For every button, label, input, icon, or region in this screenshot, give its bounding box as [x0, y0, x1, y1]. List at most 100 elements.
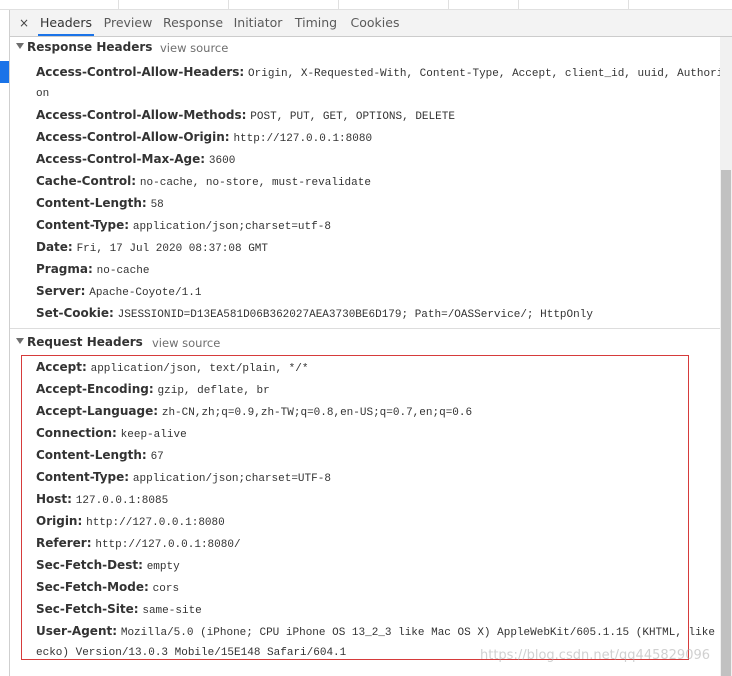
request-headers-section-header[interactable]: Request Headers view source	[10, 333, 720, 353]
close-icon[interactable]: ×	[17, 10, 31, 36]
header-name: Host:	[36, 492, 72, 506]
header-value: Fri, 17 Jul 2020 08:37:08 GMT	[76, 243, 268, 255]
expand-triangle-icon[interactable]	[16, 43, 24, 49]
header-name: Content-Type:	[36, 218, 130, 232]
tab-headers[interactable]: Headers	[38, 10, 94, 36]
request-header-row: Accept-Language: zh-CN,zh;q=0.9,zh-TW;q=…	[36, 400, 720, 424]
response-header-row: Set-Cookie: JSESSIONID=D13EA581D06B36202…	[36, 302, 720, 326]
header-name: Content-Length:	[36, 448, 147, 462]
request-header-row: Connection: keep-alive	[36, 422, 720, 446]
request-header-row: User-Agent: Mozilla/5.0 (iPhone; CPU iPh…	[36, 620, 720, 644]
response-header-row: Content-Length: 58	[36, 192, 720, 216]
header-value: no-cache	[96, 265, 150, 277]
header-name: Origin:	[36, 514, 83, 528]
response-header-row: Pragma: no-cache	[36, 258, 720, 282]
response-headers-title: Response Headers	[27, 40, 153, 54]
vertical-scrollbar[interactable]	[720, 37, 732, 676]
tab-initiator[interactable]: Initiator	[232, 10, 284, 36]
top-strip-divider	[118, 0, 119, 9]
header-value: cors	[152, 583, 180, 595]
header-value: empty	[146, 561, 180, 573]
request-header-row: Accept-Encoding: gzip, deflate, br	[36, 378, 720, 402]
header-name: Referer:	[36, 536, 92, 550]
header-name: Server:	[36, 284, 86, 298]
header-name: Access-Control-Allow-Methods:	[36, 108, 247, 122]
header-value: 67	[150, 451, 164, 463]
header-name: Accept-Language:	[36, 404, 159, 418]
top-strip	[0, 0, 732, 10]
response-header-row: Access-Control-Allow-Origin: http://127.…	[36, 126, 720, 150]
expand-triangle-icon[interactable]	[16, 338, 24, 344]
request-header-row: Sec-Fetch-Mode: cors	[36, 576, 720, 600]
header-value: 3600	[208, 155, 236, 167]
header-value: application/json;charset=utf-8	[132, 221, 331, 233]
header-name: Pragma:	[36, 262, 93, 276]
header-value: no-cache, no-store, must-revalidate	[139, 177, 371, 189]
header-value: same-site	[142, 605, 202, 617]
header-name: Set-Cookie:	[36, 306, 114, 320]
headers-panel: Response Headers view source Access-Cont…	[10, 37, 720, 676]
header-name: Accept-Encoding:	[36, 382, 154, 396]
header-name: Access-Control-Allow-Origin:	[36, 130, 230, 144]
header-value-continuation: on	[36, 88, 50, 100]
tab-timing[interactable]: Timing	[292, 10, 340, 36]
header-value: 58	[150, 199, 164, 211]
header-name: Access-Control-Max-Age:	[36, 152, 206, 166]
header-value: application/json, text/plain, */*	[90, 363, 309, 375]
response-header-row: Content-Type: application/json;charset=u…	[36, 214, 720, 238]
header-value: 127.0.0.1:8085	[75, 495, 169, 507]
header-value: application/json;charset=UTF-8	[132, 473, 331, 485]
header-name: Accept:	[36, 360, 87, 374]
request-header-row: Origin: http://127.0.0.1:8080	[36, 510, 720, 534]
header-name: Content-Type:	[36, 470, 130, 484]
header-value: JSESSIONID=D13EA581D06B362027AEA3730BE6D…	[117, 309, 593, 321]
header-name: Date:	[36, 240, 73, 254]
header-value: http://127.0.0.1:8080	[233, 133, 373, 145]
tab-cookies[interactable]: Cookies	[348, 10, 402, 36]
header-name: Connection:	[36, 426, 117, 440]
request-header-row: Referer: http://127.0.0.1:8080/	[36, 532, 720, 556]
request-header-row: Content-Length: 67	[36, 444, 720, 468]
header-value: Mozilla/5.0 (iPhone; CPU iPhone OS 13_2_…	[120, 627, 720, 639]
header-value: gzip, deflate, br	[157, 385, 270, 397]
header-name: Cache-Control:	[36, 174, 137, 188]
request-header-row: Accept: application/json, text/plain, */…	[36, 356, 720, 380]
response-header-row: Date: Fri, 17 Jul 2020 08:37:08 GMT	[36, 236, 720, 260]
header-name: Sec-Fetch-Mode:	[36, 580, 149, 594]
header-value: Apache-Coyote/1.1	[89, 287, 202, 299]
header-value: http://127.0.0.1:8080	[86, 517, 225, 529]
header-value: http://127.0.0.1:8080/	[95, 539, 241, 551]
response-header-row: Server: Apache-Coyote/1.1	[36, 280, 720, 304]
top-strip-divider	[518, 0, 519, 9]
request-list-pane[interactable]	[0, 10, 10, 676]
header-value: keep-alive	[120, 429, 187, 441]
request-header-row: Content-Type: application/json;charset=U…	[36, 466, 720, 490]
response-header-row: Access-Control-Max-Age: 3600	[36, 148, 720, 172]
header-value-continuation: ecko) Version/13.0.3 Mobile/15E148 Safar…	[36, 647, 347, 659]
response-headers-section-header[interactable]: Response Headers view source	[10, 38, 720, 58]
top-strip-divider	[628, 0, 629, 9]
top-strip-divider	[448, 0, 449, 9]
scrollbar-thumb[interactable]	[721, 170, 731, 676]
request-header-row: Sec-Fetch-Site: same-site	[36, 598, 720, 622]
header-name: User-Agent:	[36, 624, 118, 638]
request-header-row: Sec-Fetch-Dest: empty	[36, 554, 720, 578]
top-strip-divider	[338, 0, 339, 9]
header-name: Sec-Fetch-Site:	[36, 602, 139, 616]
header-name: Sec-Fetch-Dest:	[36, 558, 143, 572]
tab-preview[interactable]: Preview	[102, 10, 154, 36]
request-header-row: Host: 127.0.0.1:8085	[36, 488, 720, 512]
tab-response[interactable]: Response	[162, 10, 224, 36]
header-value: Origin, X-Requested-With, Content-Type, …	[248, 68, 720, 80]
view-source-link[interactable]: view source	[160, 41, 228, 55]
request-headers-title: Request Headers	[27, 335, 143, 349]
response-header-row: Access-Control-Allow-Headers: Origin, X-…	[36, 61, 720, 85]
header-name: Content-Length:	[36, 196, 147, 210]
selected-request-indicator[interactable]	[0, 61, 9, 83]
response-header-row: Access-Control-Allow-Methods: POST, PUT,…	[36, 104, 720, 128]
header-value: zh-CN,zh;q=0.9,zh-TW;q=0.8,en-US;q=0.7,e…	[161, 407, 473, 419]
header-value: POST, PUT, GET, OPTIONS, DELETE	[250, 111, 455, 123]
view-source-link[interactable]: view source	[152, 336, 220, 350]
response-header-row: Cache-Control: no-cache, no-store, must-…	[36, 170, 720, 194]
top-strip-divider	[228, 0, 229, 9]
